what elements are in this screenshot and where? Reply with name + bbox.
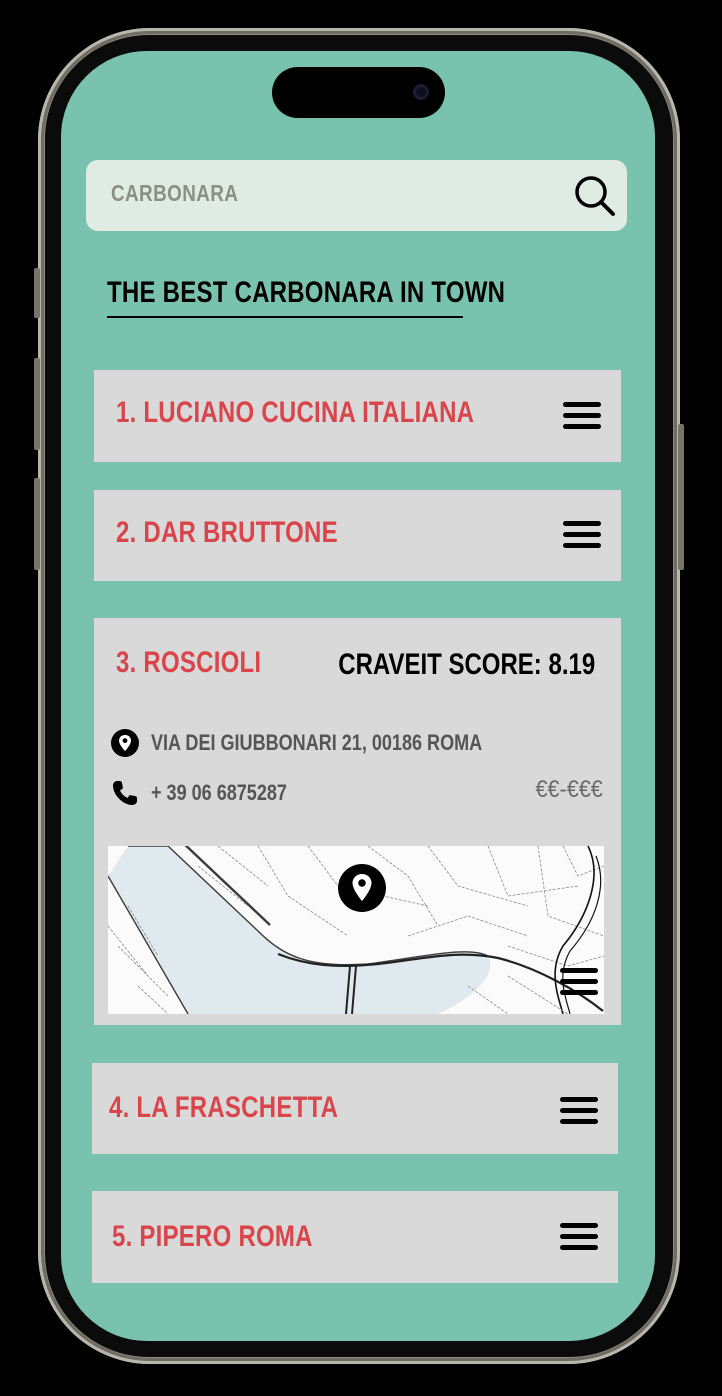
volume-down-button — [34, 478, 40, 570]
list-item[interactable]: 5. PIPERO ROMA — [92, 1191, 618, 1283]
camera-icon — [413, 84, 429, 100]
phone-number[interactable]: + 39 06 6875287 — [151, 780, 287, 806]
restaurant-name: 5. PIPERO ROMA — [112, 1220, 313, 1253]
address-text: VIA DEI GIUBBONARI 21, 00186 ROMA — [151, 730, 483, 755]
restaurant-name: 3. ROSCIOLI — [116, 646, 262, 679]
restaurant-name: 1. LUCIANO CUCINA ITALIANA — [116, 396, 475, 429]
craveit-score: CRAVEIT SCORE: 8.19 — [338, 648, 595, 681]
dynamic-island — [272, 67, 445, 118]
map-view[interactable] — [108, 846, 604, 1014]
power-button — [678, 424, 684, 570]
list-item[interactable]: 4. LA FRASCHETTA — [92, 1063, 618, 1154]
price-range: €€-€€€ — [535, 776, 603, 803]
search-bar[interactable]: CARBONARA — [86, 160, 627, 231]
volume-up-button — [34, 358, 40, 450]
location-pin-icon — [111, 729, 139, 757]
search-icon[interactable] — [573, 174, 617, 218]
phone-icon[interactable] — [110, 778, 140, 808]
map-marker-icon[interactable] — [337, 863, 387, 913]
list-item[interactable]: 1. LUCIANO CUCINA ITALIANA — [94, 370, 621, 462]
restaurant-name: 4. LA FRASCHETTA — [109, 1091, 339, 1124]
title-underline — [107, 316, 463, 318]
menu-icon[interactable] — [563, 520, 601, 550]
menu-icon[interactable] — [560, 1222, 598, 1252]
page-title: THE BEST CARBONARA IN TOWN — [107, 276, 506, 309]
menu-icon[interactable] — [560, 1096, 598, 1126]
menu-icon[interactable] — [560, 967, 598, 997]
list-item-expanded[interactable]: 3. ROSCIOLI CRAVEIT SCORE: 8.19 VIA DEI … — [94, 618, 621, 1025]
list-item[interactable]: 2. DAR BRUTTONE — [94, 490, 621, 581]
restaurant-name: 2. DAR BRUTTONE — [116, 516, 338, 549]
search-input[interactable]: CARBONARA — [111, 180, 238, 207]
action-button — [34, 268, 40, 318]
menu-icon[interactable] — [563, 401, 601, 431]
